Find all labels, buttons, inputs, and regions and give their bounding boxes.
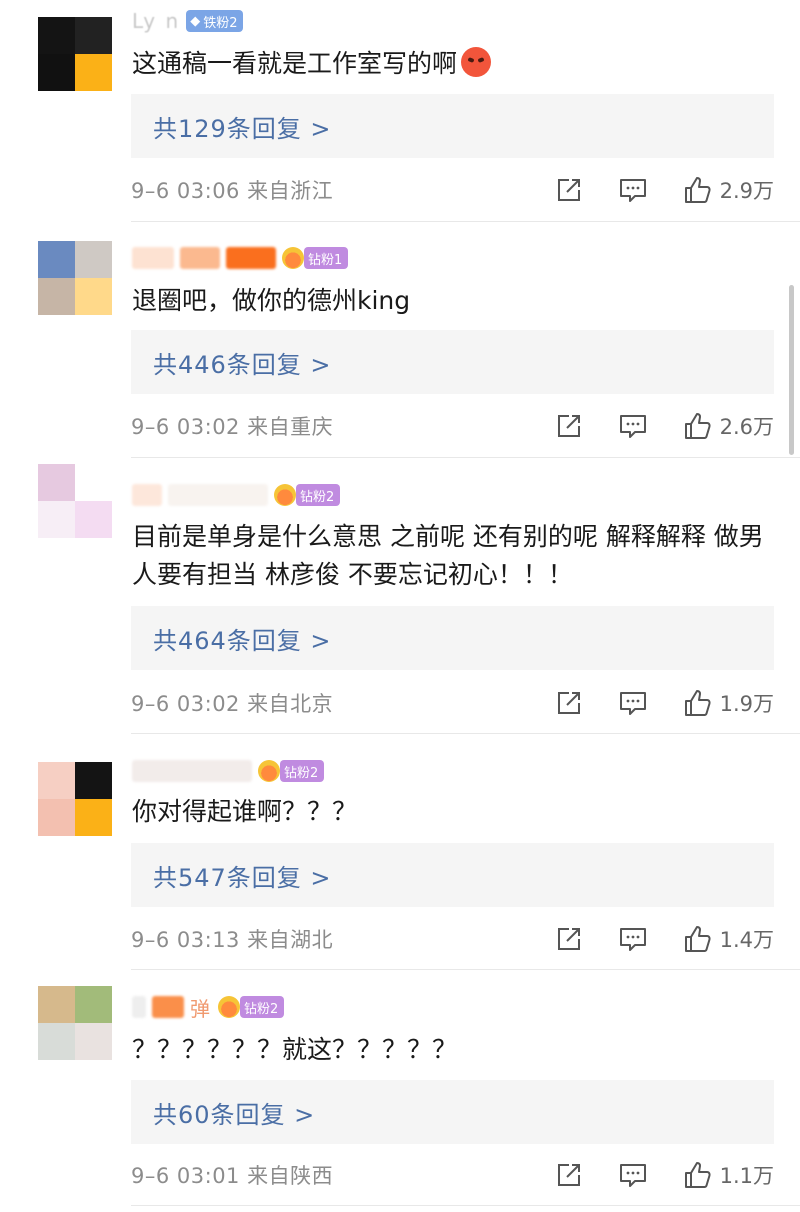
view-replies-button[interactable]: 共464条回复 > xyxy=(131,606,774,670)
badge-label: 钻粉1 xyxy=(308,252,343,268)
comment-text: 这通稿一看就是工作室写的啊 xyxy=(132,45,772,83)
thumbs-up-icon[interactable] xyxy=(680,922,714,956)
crown-icon xyxy=(218,996,240,1018)
timestamp-location: 9–6 03:06 来自浙江 xyxy=(131,179,334,203)
view-replies-button[interactable]: 共60条回复 > xyxy=(131,1080,774,1144)
timestamp-location: 9–6 03:02 来自北京 xyxy=(131,692,334,716)
comment-actions: 2.9万 xyxy=(552,173,774,207)
like-count: 2.9万 xyxy=(719,179,774,203)
comment-text: ？？？？？？就这？？？？？ xyxy=(132,1031,772,1069)
avatar[interactable] xyxy=(38,241,112,315)
divider xyxy=(131,1205,800,1206)
like-count: 1.4万 xyxy=(719,928,774,952)
username[interactable]: 钻粉2 xyxy=(132,758,325,784)
crown-icon xyxy=(274,484,296,506)
username-text: 弹 xyxy=(190,996,212,1021)
fan-badge[interactable]: 钻粉1 xyxy=(304,247,349,269)
timestamp-location: 9–6 03:02 来自重庆 xyxy=(131,415,334,439)
comment-actions: 2.6万 xyxy=(552,409,774,443)
divider xyxy=(131,221,800,222)
comment-text-content: 这通稿一看就是工作室写的啊 xyxy=(132,49,458,78)
comment-meta: 9–6 03:06 来自浙江 2.9万 xyxy=(131,170,774,210)
comment-actions: 1.1万 xyxy=(552,1158,774,1192)
timestamp-location: 9–6 03:01 来自陕西 xyxy=(131,1164,334,1188)
comment-meta: 9–6 03:02 来自北京 1.9万 xyxy=(131,683,774,723)
view-replies-button[interactable]: 共446条回复 > xyxy=(131,330,774,394)
avatar[interactable] xyxy=(38,17,112,91)
comment-meta: 9–6 03:01 来自陕西 1.1万 xyxy=(131,1155,774,1195)
crown-icon xyxy=(258,760,280,782)
comment-meta: 9–6 03:13 来自湖北 1.4万 xyxy=(131,919,774,959)
badge-label: 钻粉2 xyxy=(244,1001,279,1017)
comment-icon[interactable] xyxy=(616,686,650,720)
diamond-gem-icon: ◆ xyxy=(190,13,201,29)
comment-icon[interactable] xyxy=(616,173,650,207)
share-icon[interactable] xyxy=(552,173,586,207)
username[interactable]: 钻粉2 xyxy=(132,482,341,508)
like-count: 1.1万 xyxy=(719,1164,774,1188)
comment-text: 目前是单身是什么意思 之前呢 还有别的呢 解释解释 做男人要有担当 林彦俊 不要… xyxy=(132,518,772,594)
comment-actions: 1.4万 xyxy=(552,922,774,956)
share-icon[interactable] xyxy=(552,1158,586,1192)
comment-text-content: 目前是单身是什么意思 之前呢 还有别的呢 解释解释 做男人要有担当 林彦俊 不要… xyxy=(132,522,764,589)
crown-icon xyxy=(282,247,304,269)
view-replies-button[interactable]: 共547条回复 > xyxy=(131,843,774,907)
comment-text-content: 你对得起谁啊？？？ xyxy=(132,797,358,826)
fan-badge[interactable]: ◆ 铁粉2 xyxy=(186,10,244,32)
avatar[interactable] xyxy=(38,464,112,538)
avatar[interactable] xyxy=(38,762,112,836)
comment-meta: 9–6 03:02 来自重庆 2.6万 xyxy=(131,406,774,446)
fan-badge[interactable]: 钻粉2 xyxy=(296,484,341,506)
avatar[interactable] xyxy=(38,986,112,1060)
timestamp-location: 9–6 03:13 来自湖北 xyxy=(131,928,334,952)
comment-text: 退圈吧，做你的德州king xyxy=(132,282,772,320)
comment-text-content: ？？？？？？就这？？？？？ xyxy=(132,1035,458,1064)
divider xyxy=(131,969,800,970)
thumbs-up-icon[interactable] xyxy=(680,409,714,443)
username[interactable]: Ly n ◆ 铁粉2 xyxy=(132,8,244,34)
username-text: Ly n xyxy=(132,9,181,33)
comment-actions: 1.9万 xyxy=(552,686,774,720)
share-icon[interactable] xyxy=(552,686,586,720)
badge-label: 钻粉2 xyxy=(300,489,335,505)
thumbs-up-icon[interactable] xyxy=(680,173,714,207)
share-icon[interactable] xyxy=(552,409,586,443)
username[interactable]: 钻粉1 xyxy=(132,245,349,271)
comment-text-content: 退圈吧，做你的德州king xyxy=(132,286,411,315)
divider xyxy=(131,457,800,458)
comment-icon[interactable] xyxy=(616,922,650,956)
divider xyxy=(131,733,800,734)
angry-emoji-icon xyxy=(461,47,492,77)
thumbs-up-icon[interactable] xyxy=(680,686,714,720)
like-count: 1.9万 xyxy=(719,692,774,716)
fan-badge[interactable]: 钻粉2 xyxy=(240,996,285,1018)
comment-icon[interactable] xyxy=(616,409,650,443)
comment-icon[interactable] xyxy=(616,1158,650,1192)
share-icon[interactable] xyxy=(552,922,586,956)
fan-badge[interactable]: 钻粉2 xyxy=(280,760,325,782)
badge-label: 钻粉2 xyxy=(284,765,319,781)
scrollbar[interactable] xyxy=(789,285,794,455)
like-count: 2.6万 xyxy=(719,415,774,439)
view-replies-button[interactable]: 共129条回复 > xyxy=(131,94,774,158)
badge-label: 铁粉2 xyxy=(203,15,238,31)
comment-text: 你对得起谁啊？？？ xyxy=(132,793,772,831)
username[interactable]: 弹 钻粉2 xyxy=(132,994,285,1021)
thumbs-up-icon[interactable] xyxy=(680,1158,714,1192)
